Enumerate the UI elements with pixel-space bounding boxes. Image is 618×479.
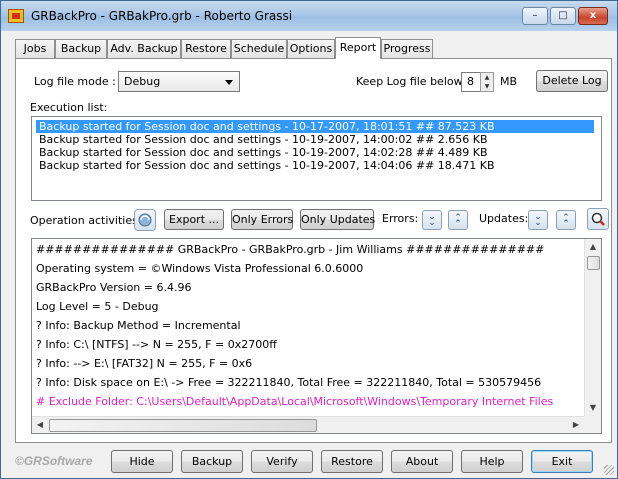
vertical-scroll-thumb[interactable] (587, 256, 600, 270)
errors-label: Errors: (382, 212, 419, 225)
tab-jobs[interactable]: Jobs (15, 39, 55, 58)
log-text-area[interactable]: ############### GRBackPro - GRBakPro.grb… (31, 238, 602, 434)
horizontal-scrollbar[interactable]: ◀ ▶ (32, 416, 584, 433)
vertical-scrollbar[interactable]: ▲ ▼ (584, 239, 601, 416)
spin-down-icon[interactable]: ▼ (481, 82, 493, 91)
updates-prev-button[interactable]: ⌃ ⌃ (556, 210, 576, 230)
tab-progress[interactable]: Progress (381, 39, 433, 58)
log-line: ? Info: Disk space on E:\ -> Free = 3222… (36, 376, 542, 389)
execution-list[interactable]: Backup started for Session doc and setti… (31, 116, 602, 201)
keep-log-unit: MB (500, 75, 518, 88)
scroll-right-icon[interactable]: ▶ (568, 417, 584, 433)
log-file-mode-value: Debug (124, 75, 161, 88)
list-item[interactable]: Backup started for Session doc and setti… (36, 133, 491, 146)
updates-label: Updates: (479, 212, 529, 225)
scroll-down-icon[interactable]: ▼ (585, 400, 601, 416)
tab-report[interactable]: Report (335, 37, 381, 59)
log-line: # Exclude Folder: C:\Users\Default\AppDa… (36, 395, 554, 408)
log-line: Log Level = 5 - Debug (36, 300, 159, 313)
log-line: GRBackPro Version = 6.4.96 (36, 281, 192, 294)
resize-grip-icon[interactable] (604, 465, 614, 475)
tab-options[interactable]: Options (287, 39, 335, 58)
backup-button[interactable]: Backup (181, 450, 243, 473)
minimize-button[interactable]: – (522, 7, 548, 25)
export-button[interactable]: Export ... (164, 209, 224, 230)
restore-button[interactable]: Restore (321, 450, 383, 473)
about-button[interactable]: About (391, 450, 453, 473)
hide-button[interactable]: Hide (111, 450, 173, 473)
maximize-button[interactable]: □ (550, 7, 576, 25)
footer-bar: ©GRSoftware Hide Backup Verify Restore A… (1, 444, 617, 478)
search-icon[interactable] (587, 208, 609, 230)
log-file-mode-select[interactable]: Debug (118, 71, 240, 92)
verify-button[interactable]: Verify (251, 450, 313, 473)
keep-log-spinner[interactable]: ▲ ▼ (480, 72, 494, 92)
log-line: ? Info: --> E:\ [FAT32] N = 255, F = 0x6 (36, 357, 253, 370)
tab-backup[interactable]: Backup (55, 39, 107, 58)
keep-log-label: Keep Log file below : (356, 75, 470, 88)
chevron-double-up-icon: ⌃ ⌃ (562, 213, 570, 229)
report-panel: Log file mode : Debug Keep Log file belo… (15, 58, 612, 443)
list-item[interactable]: Backup started for Session doc and setti… (36, 146, 491, 159)
log-line: ? Info: C:\ [NTFS] --> N = 255, F = 0x27… (36, 338, 277, 351)
scroll-up-icon[interactable]: ▲ (585, 239, 601, 255)
execution-list-label: Execution list: (30, 101, 108, 114)
log-line: ? Info: Backup Method = Incremental (36, 319, 241, 332)
chevron-double-down-icon: ⌄ ⌄ (534, 212, 542, 228)
list-item[interactable]: Backup started for Session doc and setti… (36, 159, 498, 172)
title-bar[interactable]: GRBackPro - GRBakPro.grb - Roberto Grass… (1, 1, 617, 31)
spin-up-icon[interactable]: ▲ (481, 73, 493, 82)
log-file-mode-label: Log file mode : (34, 75, 116, 88)
updates-next-button[interactable]: ⌄ ⌄ (528, 210, 548, 230)
only-updates-button[interactable]: Only Updates (300, 209, 375, 230)
tab-restore[interactable]: Restore (181, 39, 231, 58)
help-button[interactable]: Help (461, 450, 523, 473)
log-line: Operating system = ©Windows Vista Profes… (36, 262, 364, 275)
scroll-corner (584, 416, 601, 433)
refresh-icon[interactable] (134, 209, 156, 231)
app-icon[interactable] (8, 9, 24, 23)
horizontal-scroll-thumb[interactable] (49, 419, 317, 432)
only-errors-button[interactable]: Only Errors (231, 209, 293, 230)
errors-next-button[interactable]: ⌄ ⌄ (422, 210, 442, 230)
close-button[interactable]: x (578, 7, 608, 25)
delete-log-button[interactable]: Delete Log (536, 70, 608, 92)
chevron-double-up-icon: ⌃ ⌃ (454, 213, 462, 229)
chevron-double-down-icon: ⌄ ⌄ (428, 212, 436, 228)
exit-button[interactable]: Exit (531, 450, 593, 473)
keep-log-input[interactable]: 8 (461, 72, 481, 92)
operation-activities-label: Operation activities : (30, 214, 146, 227)
footer-logo: ©GRSoftware (15, 454, 93, 468)
window-title: GRBackPro - GRBakPro.grb - Roberto Grass… (31, 9, 293, 23)
app-window: GRBackPro - GRBakPro.grb - Roberto Grass… (0, 0, 618, 479)
errors-prev-button[interactable]: ⌃ ⌃ (448, 210, 468, 230)
chevron-down-icon (225, 80, 233, 85)
tab-schedule[interactable]: Schedule (231, 39, 287, 58)
log-line: ############### GRBackPro - GRBakPro.grb… (36, 243, 545, 256)
tab-adv-backup[interactable]: Adv. Backup (107, 39, 181, 58)
list-item[interactable]: Backup started for Session doc and setti… (36, 120, 594, 133)
scroll-left-icon[interactable]: ◀ (32, 417, 48, 433)
